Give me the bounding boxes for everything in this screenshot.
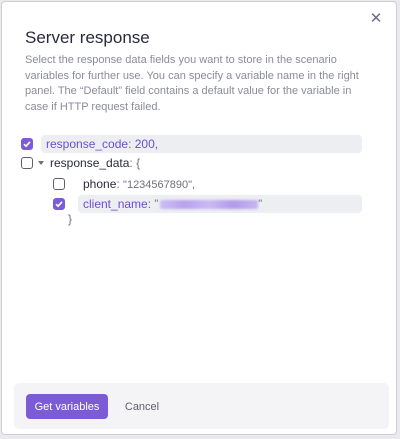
response-code-value: 200, <box>134 137 159 151</box>
field-row-response-code: response_code: 200, <box>21 135 362 153</box>
client-name-field[interactable]: client_name: " " <box>78 195 362 213</box>
check-icon <box>55 201 63 208</box>
response-data-label: response_data: { <box>50 156 141 170</box>
chevron-down-icon[interactable] <box>38 161 44 165</box>
phone-value: "1234567890", <box>123 179 196 191</box>
server-response-dialog: ✕ Server response Select the response da… <box>1 1 397 435</box>
response-data-checkbox[interactable] <box>21 157 33 169</box>
dialog-title: Server response <box>25 28 150 47</box>
response-code-key: response_code <box>46 137 129 151</box>
field-row-phone: phone: "1234567890", <box>53 177 195 191</box>
dialog-description: Select the response data fields you want… <box>25 54 359 113</box>
response-code-field[interactable]: response_code: 200, <box>41 135 362 153</box>
client-name-checkbox[interactable] <box>53 198 65 210</box>
phone-checkbox[interactable] <box>53 178 65 190</box>
field-row-response-data: response_data: { <box>21 156 140 170</box>
get-variables-button[interactable]: Get variables <box>26 394 108 419</box>
cancel-button[interactable]: Cancel <box>117 394 167 419</box>
phone-field[interactable]: phone: "1234567890", <box>83 177 195 191</box>
redacted-value <box>160 199 259 209</box>
check-icon <box>23 141 31 148</box>
field-row-client-name: client_name: " " <box>53 195 362 213</box>
client-name-key: client_name <box>83 197 148 211</box>
phone-key: phone <box>83 177 117 191</box>
dialog-footer: Get variables Cancel <box>14 383 389 429</box>
response-data-close-brace: } <box>68 212 73 226</box>
response-code-checkbox[interactable] <box>21 138 33 150</box>
close-icon[interactable]: ✕ <box>368 11 384 27</box>
